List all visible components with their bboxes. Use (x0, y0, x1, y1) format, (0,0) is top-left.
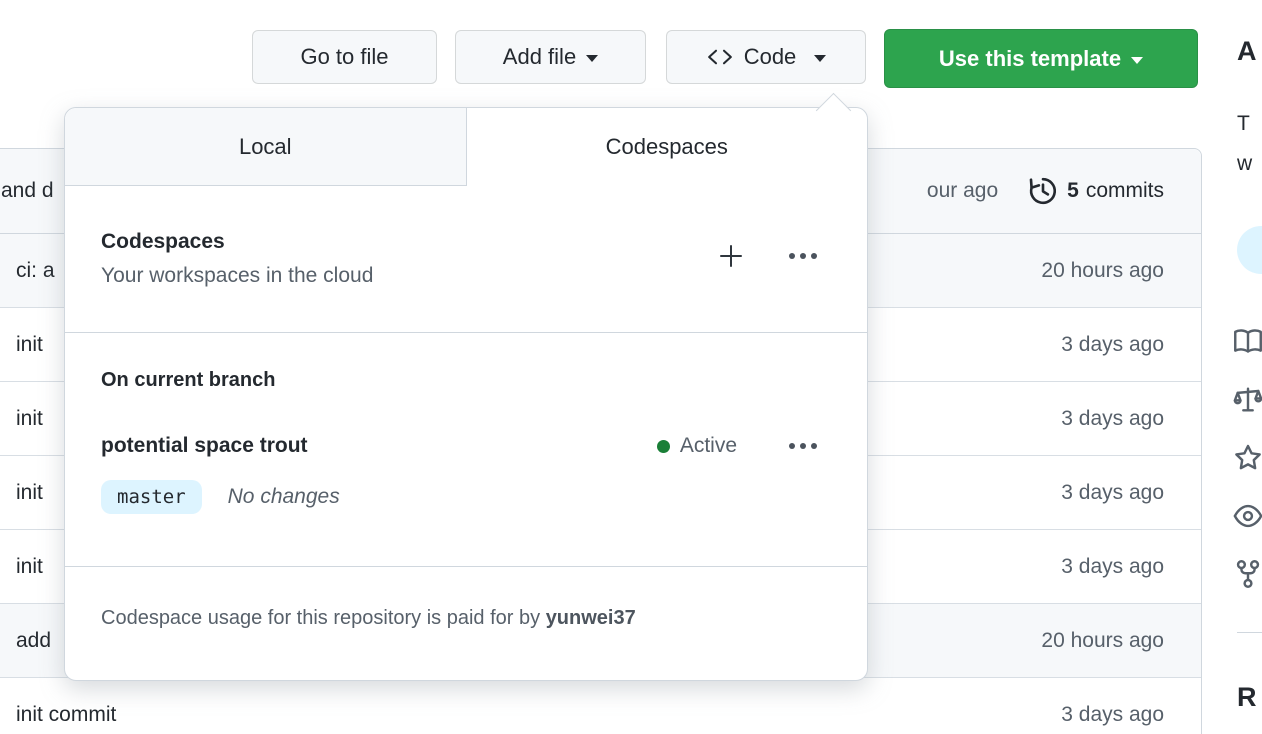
commit-message-link[interactable]: init commit (16, 703, 1061, 727)
add-file-button[interactable]: Add file (455, 30, 646, 84)
go-to-file-button[interactable]: Go to file (252, 30, 437, 84)
code-dropdown-panel: Local Codespaces Codespaces Your workspa… (64, 92, 868, 681)
releases-heading: R (1237, 682, 1257, 712)
add-file-label: Add file (502, 44, 577, 69)
sidebar-divider (1237, 632, 1262, 633)
branch-badge: master (101, 480, 202, 514)
about-heading: A (1237, 36, 1257, 66)
status-label: Active (679, 434, 737, 457)
history-icon (1028, 176, 1058, 206)
codespace-kebab-icon[interactable] (789, 443, 831, 449)
eye-icon[interactable] (1233, 501, 1262, 531)
tab-codespaces[interactable]: Codespaces (466, 108, 867, 186)
code-icon (706, 49, 734, 65)
codespace-name-link[interactable]: potential space trout (101, 434, 657, 458)
commit-time: 3 days ago (1061, 702, 1164, 726)
use-this-template-label: Use this template (938, 45, 1122, 71)
fork-icon[interactable] (1233, 559, 1262, 589)
star-icon[interactable] (1233, 443, 1262, 473)
github-repo-page: and d our ago 5 commits ci: a 20 hours ag… (0, 0, 1262, 734)
codespaces-title: Codespaces (101, 230, 225, 253)
commit-time: 20 hours ago (1041, 628, 1164, 652)
new-codespace-plus-icon[interactable] (715, 240, 747, 272)
codespaces-subtitle: Your workspaces in the cloud (101, 264, 374, 287)
topic-tag[interactable] (1237, 226, 1262, 274)
dropdown-tabs: Local Codespaces (65, 108, 867, 186)
no-changes-label: No changes (227, 485, 340, 508)
tab-local[interactable]: Local (65, 108, 467, 186)
commit-time: 3 days ago (1061, 332, 1164, 356)
chevron-down-icon (814, 55, 827, 62)
codespace-usage-footer: Codespace usage for this repository is p… (65, 567, 867, 630)
commit-time: 3 days ago (1061, 406, 1164, 430)
use-this-template-button[interactable]: Use this template (884, 29, 1198, 88)
commit-time: 3 days ago (1061, 554, 1164, 578)
status-dot-icon (656, 439, 670, 453)
codespaces-kebab-icon[interactable] (789, 253, 817, 259)
codespace-status: Active (656, 434, 737, 458)
chevron-down-icon (586, 55, 599, 62)
table-row: init commit 3 days ago (0, 678, 1201, 734)
commits-count-link[interactable]: 5 (1067, 179, 1079, 203)
readme-icon[interactable] (1233, 327, 1262, 357)
on-current-branch-label: On current branch (101, 369, 276, 391)
code-button[interactable]: Code (666, 30, 866, 84)
usage-owner: yunwei37 (545, 607, 636, 629)
latest-commit-time: our ago (926, 179, 999, 202)
commits-label[interactable]: commits (1086, 179, 1164, 203)
repo-description-line2: w (1237, 152, 1253, 175)
commit-time: 20 hours ago (1041, 258, 1164, 282)
code-label: Code (743, 44, 797, 69)
chevron-down-icon (1131, 56, 1144, 64)
license-scales-icon[interactable] (1233, 385, 1262, 415)
go-to-file-label: Go to file (300, 44, 389, 69)
repo-description-line1: T (1237, 112, 1250, 135)
commit-time: 3 days ago (1061, 480, 1164, 504)
usage-text: Codespace usage for this repository is p… (101, 607, 541, 629)
